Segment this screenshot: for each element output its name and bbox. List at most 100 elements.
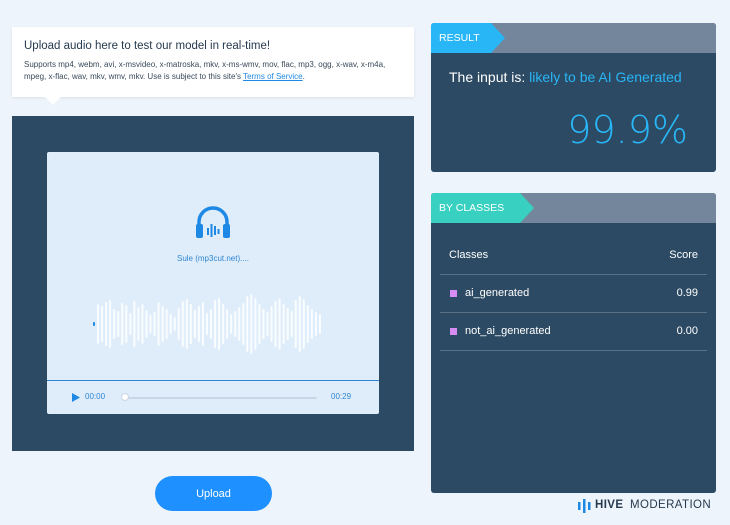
table-row: not_ai_generated 0.00: [440, 313, 707, 351]
legend-square-icon: [450, 328, 457, 335]
waveform-bar: [157, 302, 160, 346]
waveform-bar: [93, 322, 95, 326]
waveform-bar: [234, 311, 237, 337]
terms-of-service-link[interactable]: Terms of Service: [243, 72, 303, 81]
waveform-bar: [117, 311, 120, 337]
formats-list: Supports mp4, webm, avi, x-msvideo, x-ma…: [24, 60, 386, 81]
waveform-bar: [254, 298, 257, 350]
waveform-bar: [226, 309, 229, 339]
waveform-bar: [298, 296, 301, 352]
waveform-bar: [270, 306, 273, 342]
waveform-bar: [197, 306, 200, 342]
verdict-value: likely to be AI Generated: [529, 69, 682, 85]
waveform-bar: [109, 300, 112, 348]
waveform-bar: [173, 317, 176, 331]
waveform-bar: [113, 309, 116, 339]
current-time: 00:00: [85, 392, 106, 401]
upload-title: Upload audio here to test our model in r…: [24, 40, 271, 52]
waveform-bar: [169, 314, 172, 334]
table-header-row: Classes Score: [440, 237, 707, 275]
classes-table: Classes Score ai_generated 0.99 not_ai_g…: [440, 237, 707, 351]
column-header-score: Score: [669, 249, 698, 261]
waveform-bar: [149, 315, 152, 333]
waveform-bar: [286, 308, 289, 340]
brand-subtitle: MODERATION: [630, 499, 712, 511]
waveform: [93, 294, 321, 354]
waveform-bar: [189, 304, 192, 344]
confidence-score: 99.9%: [567, 108, 688, 152]
waveform-bar: [205, 313, 208, 335]
result-tag: RESULT: [431, 23, 505, 53]
waveform-bar: [302, 299, 305, 349]
waveform-bar: [222, 304, 225, 344]
classes-tag: BY CLASSES: [431, 193, 534, 223]
result-panel: RESULT The input is: likely to be AI Gen…: [431, 23, 716, 172]
waveform-bar: [274, 301, 277, 347]
column-header-classes: Classes: [449, 249, 489, 261]
verdict-prefix: The input is:: [449, 69, 530, 85]
class-score: 0.00: [676, 325, 698, 337]
waveform-bar: [258, 304, 261, 344]
waveform-bar: [306, 305, 309, 343]
waveform-bar: [314, 312, 317, 336]
legend-square-icon: [450, 290, 457, 297]
waveform-bar: [242, 303, 245, 345]
supported-formats-text: Supports mp4, webm, avi, x-msvideo, x-ma…: [24, 59, 402, 83]
classes-header: BY CLASSES: [431, 193, 716, 223]
waveform-bar: [105, 302, 108, 346]
waveform-bar: [125, 305, 128, 343]
class-label: not_ai_generated: [465, 325, 551, 337]
waveform-bar: [193, 310, 196, 338]
seek-knob[interactable]: [121, 393, 129, 401]
media-preview-panel: Sule (mp3cut.net).... 00:00 00:29: [12, 116, 414, 451]
waveform-bar: [246, 296, 249, 352]
waveform-bar: [266, 312, 269, 336]
upload-button[interactable]: Upload: [155, 476, 272, 511]
waveform-bar: [97, 304, 100, 344]
waveform-bar: [141, 304, 144, 344]
waveform-bar: [165, 309, 168, 339]
waveform-bar: [282, 304, 285, 344]
waveform-bar: [161, 306, 164, 342]
waveform-bar: [238, 307, 241, 341]
waveform-bar: [210, 309, 213, 339]
seek-bar[interactable]: [121, 393, 317, 401]
waveform-bar: [294, 300, 297, 348]
terms-period: .: [302, 72, 305, 81]
waveform-bar: [101, 306, 104, 342]
waveform-bar: [145, 310, 148, 338]
waveform-bar: [129, 313, 132, 335]
waveform-bar: [153, 312, 156, 336]
waveform-bar: [262, 309, 265, 339]
headphones-icon: [196, 206, 230, 238]
class-score: 0.99: [676, 287, 698, 299]
waveform-bar: [121, 303, 124, 345]
waveform-bar: [290, 311, 293, 337]
result-header: RESULT: [431, 23, 716, 53]
waveform-bar: [318, 314, 321, 334]
waveform-bar: [177, 308, 180, 340]
waveform-bar: [185, 299, 188, 349]
waveform-bar: [230, 314, 233, 334]
waveform-bar: [137, 307, 140, 341]
waveform-bar: [133, 301, 136, 347]
waveform-bar: [214, 300, 217, 348]
waveform-bar: [310, 309, 313, 339]
waveform-bar: [250, 294, 253, 354]
waveform-bar: [278, 298, 281, 350]
play-icon[interactable]: [72, 393, 80, 402]
waveform-bar: [181, 301, 184, 347]
waveform-bar: [218, 298, 221, 350]
total-time: 00:29: [331, 392, 352, 401]
class-label: ai_generated: [465, 287, 530, 299]
player-controls: 00:00 00:29: [47, 380, 379, 414]
waveform-bar: [201, 302, 204, 346]
classes-panel: BY CLASSES Classes Score ai_generated 0.…: [431, 193, 716, 493]
brand-name: HIVE: [595, 499, 624, 511]
table-row: ai_generated 0.99: [440, 275, 707, 313]
verdict-text: The input is: likely to be AI Generated: [449, 69, 682, 85]
hive-logo-icon: [578, 499, 591, 513]
audio-player-card: Sule (mp3cut.net).... 00:00 00:29: [47, 152, 379, 414]
upload-info-tooltip: Upload audio here to test our model in r…: [12, 27, 414, 105]
track-name: Sule (mp3cut.net)....: [176, 254, 250, 263]
